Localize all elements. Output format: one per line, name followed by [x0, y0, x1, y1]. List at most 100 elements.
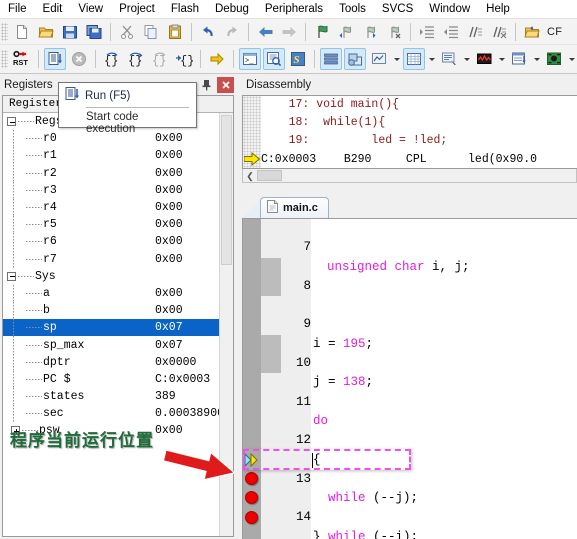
editor-line[interactable]: 15 }	[243, 528, 577, 539]
register-row-r7[interactable]: r7 0x00	[3, 250, 233, 268]
system-viewer-icon[interactable]	[543, 48, 565, 70]
symbols-icon[interactable]: S	[287, 48, 309, 70]
reset-icon[interactable]: RST	[11, 48, 33, 70]
step-out-icon[interactable]: {}	[149, 48, 171, 70]
register-row-r4[interactable]: r4 0x00	[3, 198, 233, 217]
disassembly-line[interactable]: 17: void main(){	[261, 96, 577, 114]
step-over-icon[interactable]: {}	[125, 48, 147, 70]
register-row-states[interactable]: states 389	[3, 388, 233, 406]
menu-item-help[interactable]: Help	[478, 2, 518, 17]
editor-line[interactable]: 7 unsigned char i, j;	[243, 219, 577, 273]
target-options-icon[interactable]	[521, 21, 543, 43]
logic-analyzer-dropdown-icon[interactable]	[496, 48, 507, 70]
close-icon[interactable]	[217, 77, 234, 93]
disassembly-current-line[interactable]: C:0x0003 B290 CPL led(0x90.0	[261, 151, 577, 168]
menu-item-file[interactable]: File	[0, 2, 35, 17]
memory-dropdown-icon[interactable]	[426, 48, 437, 70]
bookmark-flag-icon[interactable]	[311, 21, 333, 43]
disassembly-line[interactable]: 19: led = !led;	[261, 132, 577, 150]
trace-dropdown-icon[interactable]	[531, 48, 542, 70]
bookmark-clear-icon[interactable]	[383, 21, 405, 43]
disassembly-hscrollbar[interactable]: ❮	[242, 169, 577, 183]
register-row-r6[interactable]: r6 0x00	[3, 233, 233, 251]
menu-item-tools[interactable]: Tools	[331, 2, 374, 17]
tab-main-c[interactable]: main.c	[260, 197, 329, 218]
toolbar-grip[interactable]	[1, 50, 8, 68]
folder-open-icon[interactable]	[35, 21, 57, 43]
disassembly-icon[interactable]	[263, 48, 285, 70]
page-icon[interactable]	[11, 21, 33, 43]
stop-icon[interactable]	[68, 48, 90, 70]
outdent-icon[interactable]	[440, 21, 462, 43]
trace-icon[interactable]	[508, 48, 530, 70]
uncomment-icon[interactable]	[488, 21, 510, 43]
menu-item-svcs[interactable]: SVCS	[374, 2, 421, 17]
copy-icon[interactable]	[140, 21, 162, 43]
chevron-left-icon[interactable]: ❮	[243, 170, 257, 182]
scissors-icon[interactable]	[116, 21, 138, 43]
menu-item-peripherals[interactable]: Peripherals	[257, 2, 331, 17]
register-row-b[interactable]: b 0x00	[3, 302, 233, 320]
indent-icon[interactable]	[416, 21, 438, 43]
menu-item-flash[interactable]: Flash	[163, 2, 207, 17]
register-row-pc[interactable]: PC $ C:0x0003	[3, 370, 233, 388]
editor-body[interactable]: 7 unsigned char i, j; 8 9 i = 195; 10 j …	[242, 218, 577, 539]
register-name: r3	[43, 183, 57, 197]
scrollbar-thumb[interactable]	[257, 170, 282, 181]
menu-item-edit[interactable]: Edit	[35, 2, 71, 17]
breakpoint-marker[interactable]	[245, 472, 258, 485]
watch-icon[interactable]	[368, 48, 390, 70]
editor-line[interactable]: 12 {	[243, 412, 577, 466]
register-row-r1[interactable]: r1 0x00	[3, 147, 233, 165]
toolbar-grip[interactable]	[1, 22, 8, 41]
breakpoint-marker[interactable]	[245, 510, 258, 524]
collapse-toggle-regs[interactable]	[7, 117, 16, 127]
disassembly-body[interactable]: 17: void main(){ 18: while(1){ 19: led =…	[242, 95, 577, 169]
disassembly-line[interactable]: 18: while(1){	[261, 114, 577, 132]
editor-line[interactable]: 8	[243, 258, 577, 293]
floppy-multi-icon[interactable]	[83, 21, 105, 43]
registers-group-sys[interactable]: Sys	[3, 268, 233, 285]
undo-arrow-icon[interactable]	[197, 21, 219, 43]
editor-line[interactable]: 10 j = 138;	[243, 335, 577, 389]
register-row-sec[interactable]: sec 0.00038900	[3, 405, 233, 423]
floppy-icon[interactable]	[59, 21, 81, 43]
memory-icon[interactable]	[403, 48, 425, 70]
editor-line[interactable]: 9 i = 195;	[243, 296, 577, 350]
yellow-arrow-icon[interactable]	[206, 48, 228, 70]
arrow-right-icon[interactable]	[278, 21, 300, 43]
redo-arrow-icon[interactable]	[221, 21, 243, 43]
menu-item-view[interactable]: View	[70, 2, 111, 17]
register-row-sp-max[interactable]: sp_max 0x07	[3, 336, 233, 354]
editor-line[interactable]: 11 do	[243, 373, 577, 428]
register-row-r2[interactable]: r2 0x00	[3, 164, 233, 182]
bookmark-prev-icon[interactable]	[335, 21, 357, 43]
comment-icon[interactable]	[464, 21, 486, 43]
menu-item-debug[interactable]: Debug	[207, 2, 257, 17]
register-row-a[interactable]: a 0x00	[3, 284, 233, 303]
register-row-r3[interactable]: r3 0x00	[3, 181, 233, 199]
logic-analyzer-icon[interactable]	[473, 48, 495, 70]
scrollbar-thumb[interactable]	[221, 115, 232, 265]
editor-line[interactable]: 14 } while (--i);	[243, 489, 577, 539]
menu-item-project[interactable]: Project	[111, 2, 163, 17]
collapse-toggle-sys[interactable]	[7, 271, 16, 281]
callstack-icon[interactable]	[344, 48, 366, 70]
step-into-icon[interactable]: {}	[101, 48, 123, 70]
console-icon[interactable]: >_	[239, 48, 261, 70]
registers-icon[interactable]	[320, 48, 342, 70]
bookmark-next-icon[interactable]	[359, 21, 381, 43]
run-icon[interactable]	[44, 48, 66, 70]
serial-icon[interactable]	[438, 48, 460, 70]
serial-dropdown-icon[interactable]	[461, 48, 472, 70]
register-row-r5[interactable]: r5 0x00	[3, 216, 233, 234]
register-row-dptr[interactable]: dptr 0x0000	[3, 353, 233, 371]
run-to-cursor-icon[interactable]: {}	[173, 48, 195, 70]
arrow-left-icon[interactable]	[254, 21, 276, 43]
register-row-sp[interactable]: sp 0x07	[3, 319, 233, 337]
watch-dropdown-icon[interactable]	[391, 48, 402, 70]
clipboard-icon[interactable]	[164, 21, 186, 43]
system-viewer-dropdown-icon[interactable]	[566, 48, 577, 70]
pin-icon[interactable]	[198, 77, 215, 93]
menu-item-window[interactable]: Window	[421, 2, 478, 17]
